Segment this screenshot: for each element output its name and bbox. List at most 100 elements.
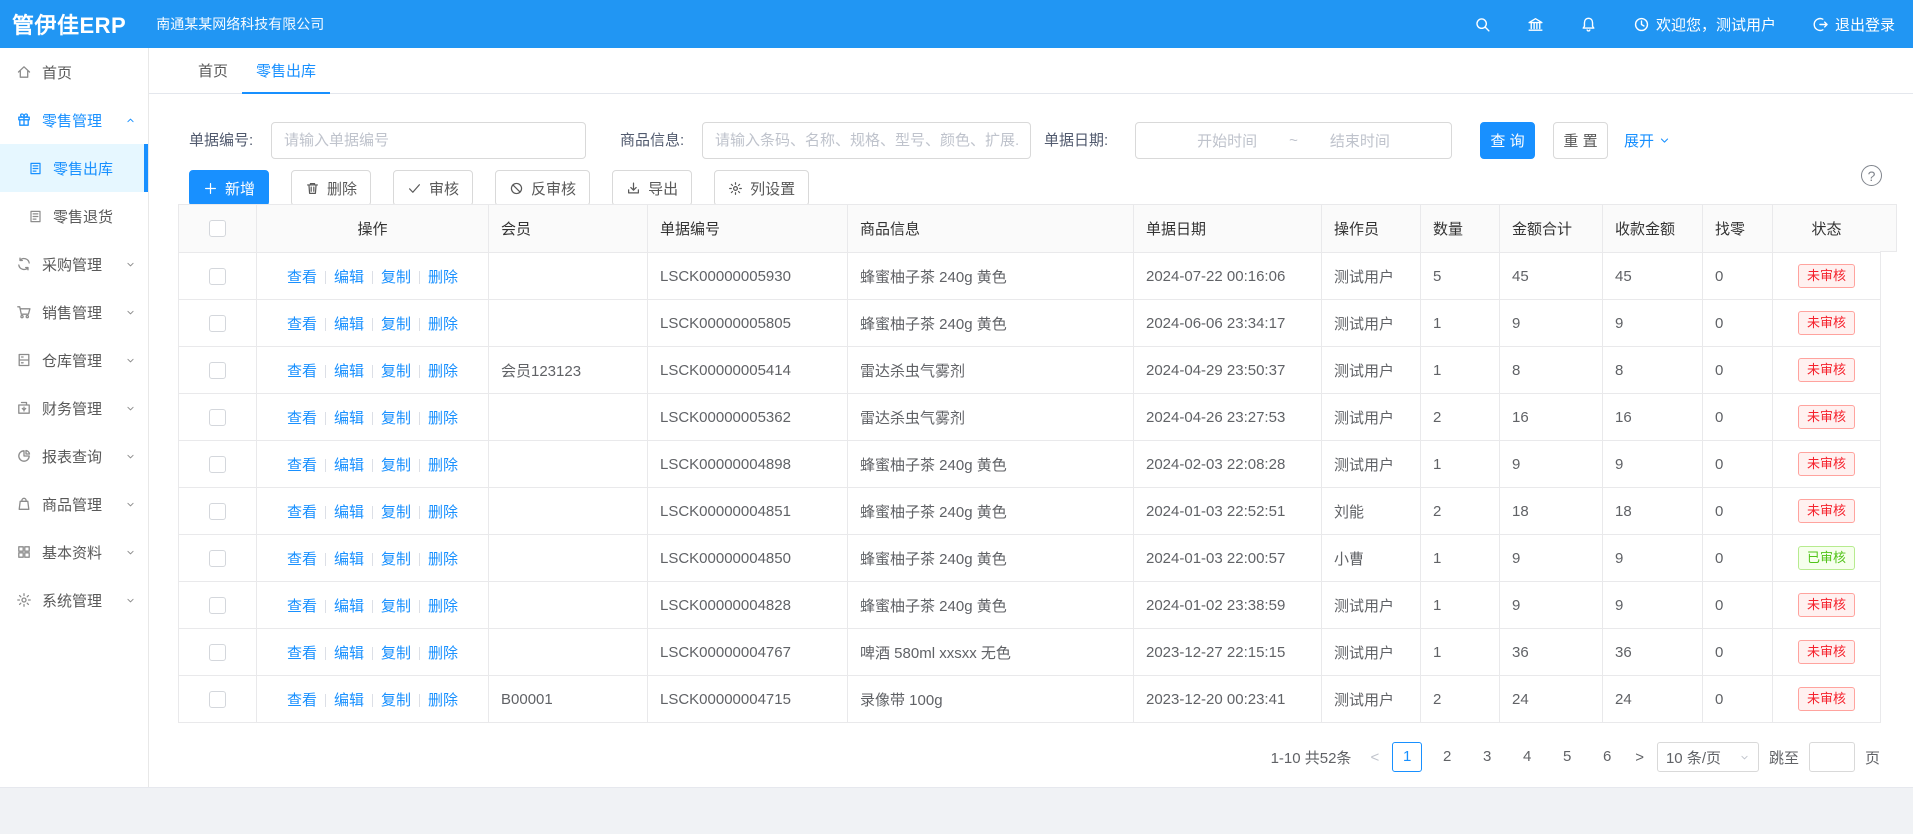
delete-link[interactable]: 删除 (428, 363, 458, 380)
row-checkbox[interactable] (209, 691, 226, 708)
copy-link[interactable]: 复制 (381, 457, 411, 474)
delete-link[interactable]: 删除 (428, 645, 458, 662)
logout-button[interactable]: 退出登录 (1812, 14, 1895, 35)
next-page-button[interactable]: > (1632, 749, 1647, 766)
delete-link[interactable]: 删除 (428, 269, 458, 286)
sidebar-item-10[interactable]: 基本资料 (0, 528, 148, 576)
sidebar-item-0[interactable]: 首页 (0, 48, 148, 96)
delete-link[interactable]: 删除 (428, 457, 458, 474)
toolbar-gear-button[interactable]: 列设置 (714, 170, 809, 206)
toolbar-check-button[interactable]: 审核 (393, 170, 473, 206)
sidebar-item-3[interactable]: 零售退货 (0, 192, 148, 240)
copy-link[interactable]: 复制 (381, 269, 411, 286)
copy-link[interactable]: 复制 (381, 504, 411, 521)
page-size-select[interactable]: 10 条/页 (1657, 742, 1759, 772)
copy-link[interactable]: 复制 (381, 410, 411, 427)
edit-link[interactable]: 编辑 (334, 645, 364, 662)
bell-icon[interactable] (1580, 16, 1597, 33)
search-icon[interactable] (1474, 16, 1491, 33)
view-link[interactable]: 查看 (287, 645, 317, 662)
edit-link[interactable]: 编辑 (334, 363, 364, 380)
date-start-placeholder: 开始时间 (1197, 130, 1257, 151)
view-link[interactable]: 查看 (287, 457, 317, 474)
welcome-user[interactable]: 欢迎您，测试用户 (1633, 14, 1776, 35)
edit-link[interactable]: 编辑 (334, 551, 364, 568)
help-icon[interactable]: ? (1861, 165, 1882, 186)
expand-link[interactable]: 展开 (1624, 122, 1671, 159)
tab-0[interactable]: 首页 (184, 48, 242, 93)
view-link[interactable]: 查看 (287, 363, 317, 380)
sidebar-item-5[interactable]: 销售管理 (0, 288, 148, 336)
delete-link[interactable]: 删除 (428, 692, 458, 709)
row-checkbox[interactable] (209, 644, 226, 661)
view-link[interactable]: 查看 (287, 504, 317, 521)
toolbar-plus-button[interactable]: 新增 (189, 170, 269, 206)
row-checkbox[interactable] (209, 315, 226, 332)
view-link[interactable]: 查看 (287, 269, 317, 286)
edit-link[interactable]: 编辑 (334, 457, 364, 474)
col-header-3: 商品信息 (848, 205, 1134, 253)
bank-icon[interactable] (1527, 16, 1544, 33)
edit-link[interactable]: 编辑 (334, 504, 364, 521)
tab-1[interactable]: 零售出库 (242, 48, 330, 93)
page-button-1[interactable]: 1 (1392, 742, 1422, 772)
home-icon (16, 64, 32, 80)
query-button[interactable]: 查 询 (1480, 122, 1535, 159)
row-checkbox[interactable] (209, 409, 226, 426)
sidebar-item-8[interactable]: 报表查询 (0, 432, 148, 480)
ops-cell: 查看编辑复制删除 (257, 582, 489, 629)
sidebar-item-2[interactable]: 零售出库 (0, 144, 148, 192)
copy-link[interactable]: 复制 (381, 598, 411, 615)
edit-link[interactable]: 编辑 (334, 692, 364, 709)
sidebar-item-6[interactable]: 仓库管理 (0, 336, 148, 384)
page-button-5[interactable]: 5 (1552, 742, 1582, 772)
page-button-6[interactable]: 6 (1592, 742, 1622, 772)
product-input[interactable] (702, 122, 1031, 159)
change-cell: 0 (1703, 253, 1773, 300)
edit-link[interactable]: 编辑 (334, 598, 364, 615)
copy-link[interactable]: 复制 (381, 316, 411, 333)
copy-link[interactable]: 复制 (381, 692, 411, 709)
copy-link[interactable]: 复制 (381, 645, 411, 662)
toolbar-export-button[interactable]: 导出 (612, 170, 692, 206)
row-checkbox[interactable] (209, 503, 226, 520)
prev-page-button[interactable]: < (1367, 749, 1382, 766)
row-checkbox[interactable] (209, 456, 226, 473)
reset-button[interactable]: 重 置 (1553, 122, 1608, 159)
sidebar-item-4[interactable]: 采购管理 (0, 240, 148, 288)
copy-link[interactable]: 复制 (381, 551, 411, 568)
date-range-input[interactable]: 开始时间 ~ 结束时间 (1135, 122, 1452, 159)
toolbar-trash-button[interactable]: 删除 (291, 170, 371, 206)
view-link[interactable]: 查看 (287, 316, 317, 333)
view-link[interactable]: 查看 (287, 692, 317, 709)
delete-link[interactable]: 删除 (428, 504, 458, 521)
toolbar-ban-button[interactable]: 反审核 (495, 170, 590, 206)
received-cell: 9 (1603, 441, 1703, 488)
view-link[interactable]: 查看 (287, 410, 317, 427)
view-link[interactable]: 查看 (287, 598, 317, 615)
delete-link[interactable]: 删除 (428, 410, 458, 427)
page-button-2[interactable]: 2 (1432, 742, 1462, 772)
delete-link[interactable]: 删除 (428, 551, 458, 568)
view-link[interactable]: 查看 (287, 551, 317, 568)
delete-link[interactable]: 删除 (428, 316, 458, 333)
doc-no-input[interactable] (271, 122, 586, 159)
edit-link[interactable]: 编辑 (334, 316, 364, 333)
sidebar-item-1[interactable]: 零售管理 (0, 96, 148, 144)
copy-link[interactable]: 复制 (381, 363, 411, 380)
edit-link[interactable]: 编辑 (334, 410, 364, 427)
row-checkbox[interactable] (209, 362, 226, 379)
row-checkbox[interactable] (209, 550, 226, 567)
row-checkbox[interactable] (209, 597, 226, 614)
sidebar-item-11[interactable]: 系统管理 (0, 576, 148, 624)
doc-no-cell: LSCK00000004850 (648, 535, 848, 582)
select-all-checkbox[interactable] (209, 220, 226, 237)
edit-link[interactable]: 编辑 (334, 269, 364, 286)
jump-page-input[interactable] (1809, 742, 1855, 772)
sidebar-item-7[interactable]: 财务管理 (0, 384, 148, 432)
page-button-4[interactable]: 4 (1512, 742, 1542, 772)
sidebar-item-9[interactable]: 商品管理 (0, 480, 148, 528)
delete-link[interactable]: 删除 (428, 598, 458, 615)
row-checkbox[interactable] (209, 268, 226, 285)
page-button-3[interactable]: 3 (1472, 742, 1502, 772)
